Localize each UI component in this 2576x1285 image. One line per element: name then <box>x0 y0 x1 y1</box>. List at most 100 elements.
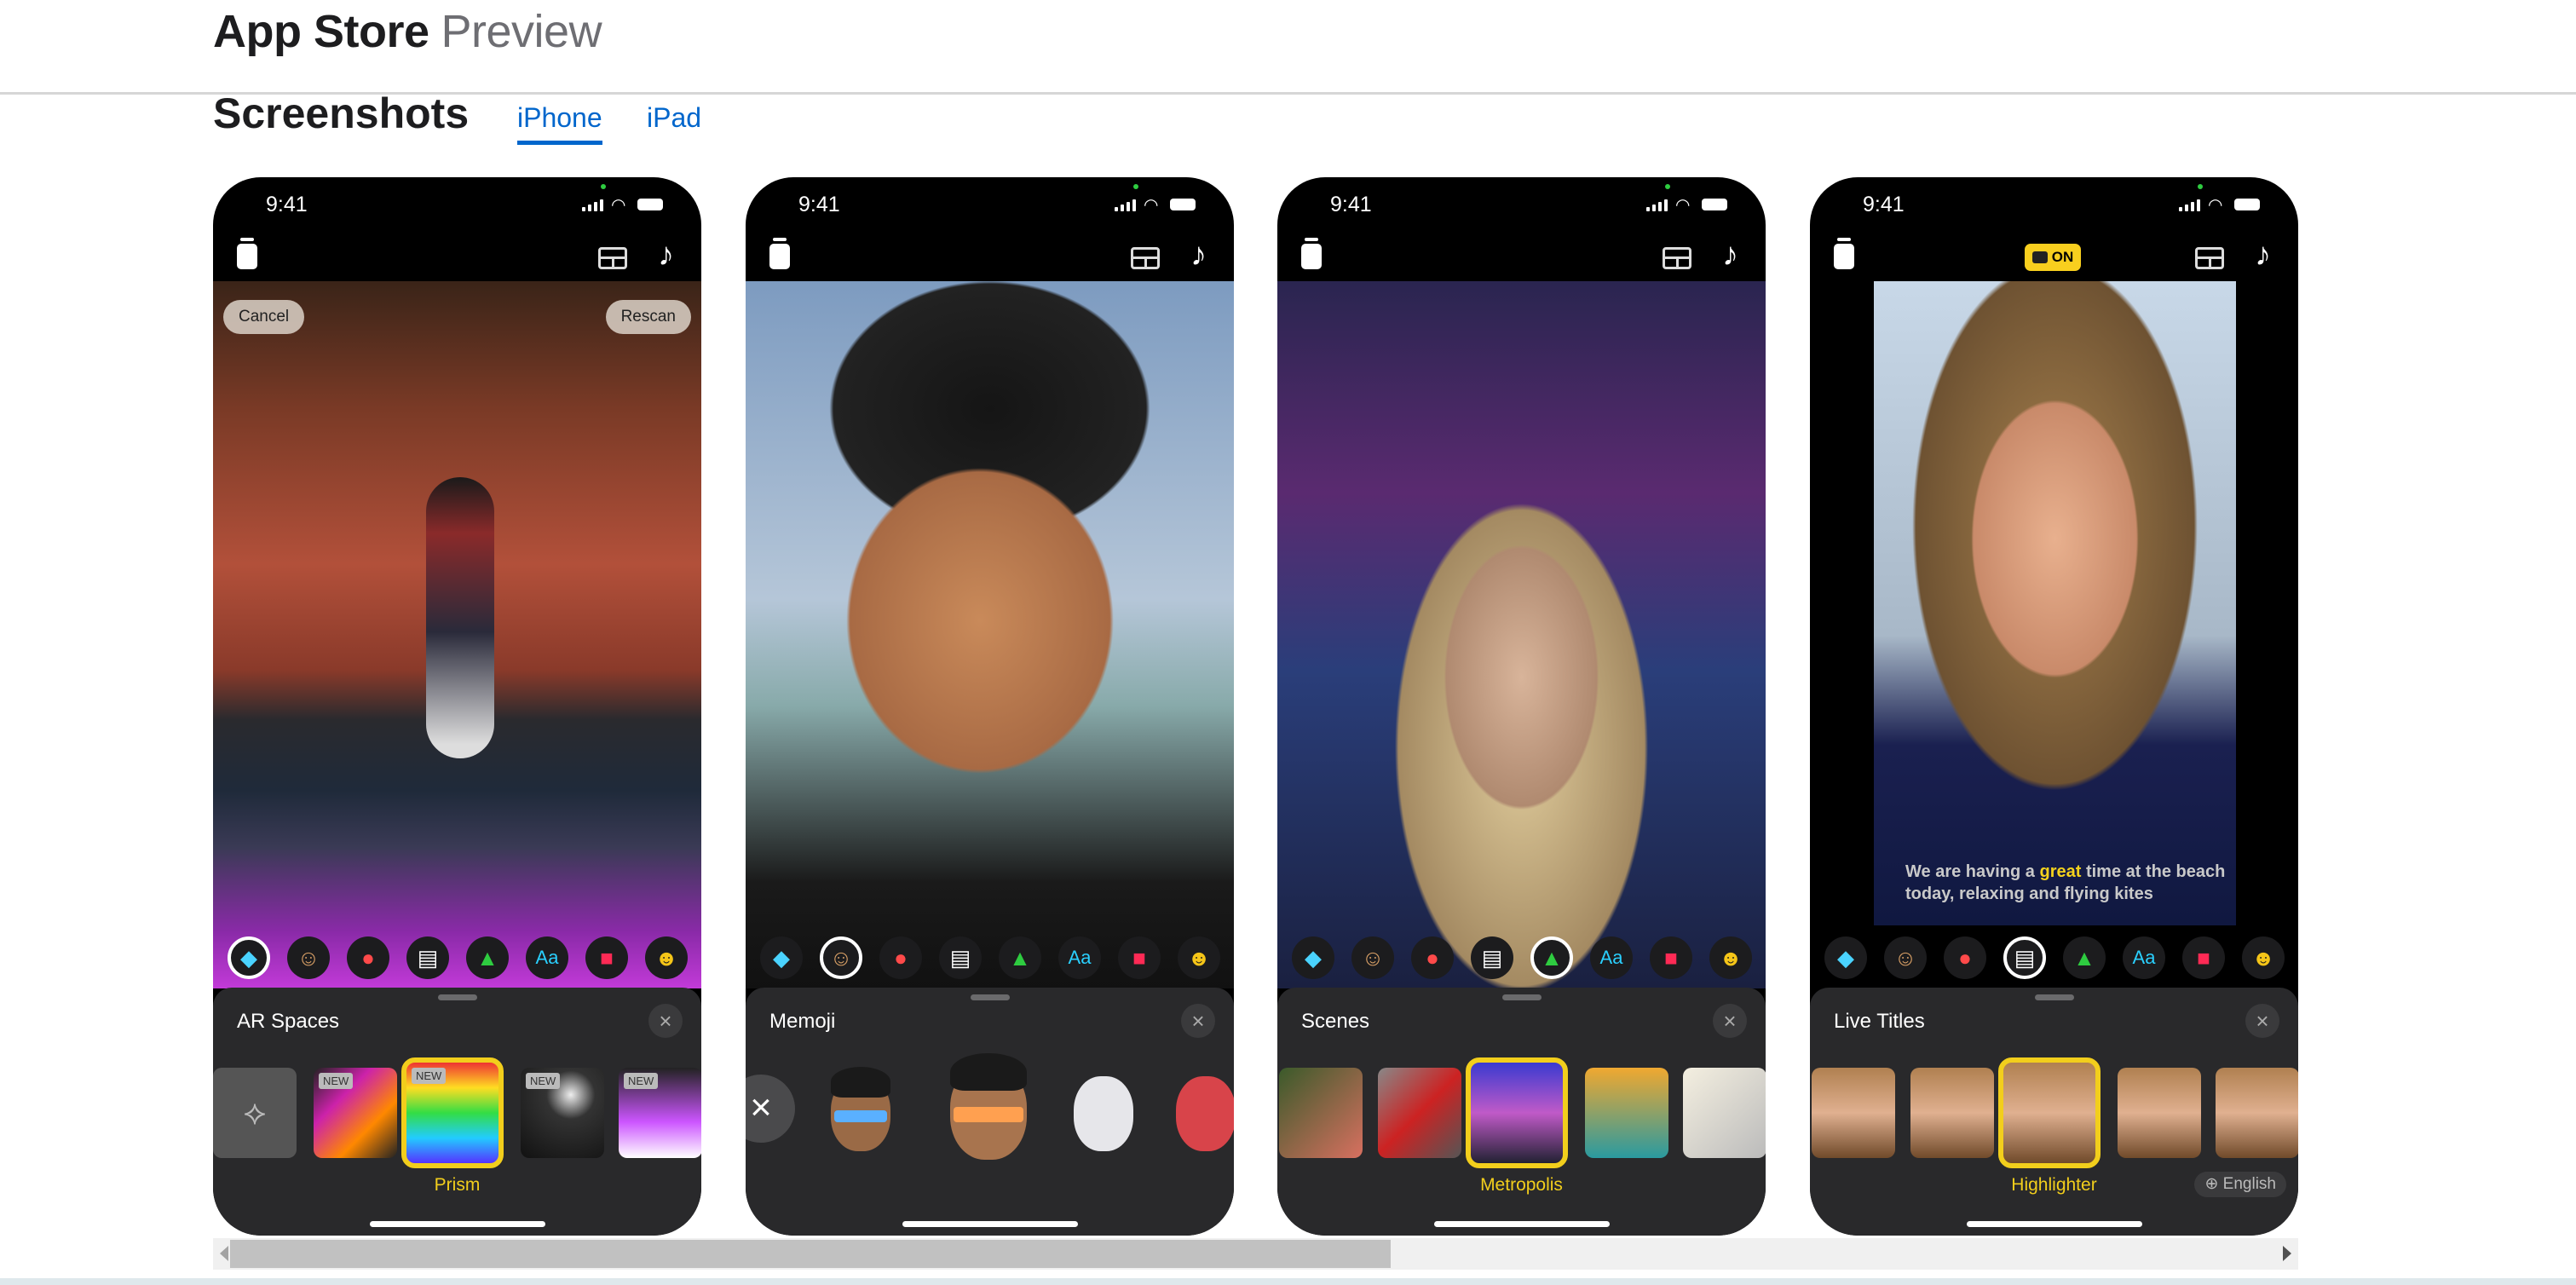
camera-indicator-icon <box>1665 184 1670 189</box>
effect-thumbnail[interactable]: NEW <box>619 1068 701 1158</box>
text-icon[interactable]: Aa <box>1058 936 1101 979</box>
projects-icon[interactable] <box>1301 238 1322 269</box>
effect-thumbnail[interactable]: NEW <box>314 1068 397 1158</box>
phone-screenshot[interactable]: 9:41 ◠ ♪ Cancel Rescan ◆ ☺ ● ▤ ▲ Aa ■ ☻ AR Spaces × ⟡ NE… <box>213 177 701 1236</box>
effect-thumbnail[interactable] <box>2216 1068 2298 1158</box>
memoji-option-octopus[interactable] <box>1176 1076 1234 1151</box>
caption-text: We are having a <box>1905 862 2040 881</box>
layout-icon[interactable] <box>1131 247 1160 269</box>
close-icon[interactable]: × <box>2245 1004 2279 1038</box>
phone-screenshot[interactable]: 9:41 ◠ ♪ ◆ ☺ ● ▤ ▲ Aa ■ ☻ Scenes × Metropolis <box>1277 177 1766 1236</box>
ar-spaces-icon[interactable]: ◆ <box>228 936 270 979</box>
rescan-button[interactable]: Rescan <box>605 300 691 334</box>
sunglasses <box>954 1107 1023 1123</box>
tool-picker: ◆ ☺ ● ▤ ▲ Aa ■ ☻ <box>213 936 701 979</box>
effect-thumbnail[interactable] <box>1683 1068 1766 1158</box>
scroll-left-arrow-icon[interactable] <box>220 1246 228 1261</box>
language-button[interactable]: ⊕ English <box>2194 1172 2286 1197</box>
projects-icon[interactable] <box>769 238 790 269</box>
emoji-icon[interactable]: ☻ <box>1709 936 1752 979</box>
effect-thumbnail[interactable]: NEW <box>401 1057 504 1168</box>
cancel-button[interactable]: Cancel <box>223 300 305 334</box>
filters-icon[interactable]: ● <box>1944 936 1986 979</box>
memoji-option-memoji-orange[interactable] <box>950 1052 1027 1160</box>
live-titles-on-badge[interactable]: ON <box>2025 244 2081 271</box>
scenes-icon[interactable]: ▲ <box>1530 936 1573 979</box>
memoji-option-mouse[interactable] <box>1074 1076 1134 1151</box>
effect-thumbnail[interactable] <box>1378 1068 1461 1158</box>
effect-thumbnail[interactable] <box>2118 1068 2201 1158</box>
effect-thumbnails <box>1277 1057 1766 1168</box>
memoji-option-memoji-blue[interactable] <box>831 1067 891 1151</box>
effect-thumbnail[interactable] <box>1585 1068 1668 1158</box>
hair <box>950 1052 1027 1092</box>
memoji-icon[interactable]: ☺ <box>287 936 330 979</box>
layout-icon[interactable] <box>1663 247 1691 269</box>
scenes-icon[interactable]: ▲ <box>2063 936 2106 979</box>
filters-icon[interactable]: ● <box>879 936 922 979</box>
sheet-grabber[interactable] <box>971 994 1010 1000</box>
ar-spaces-icon[interactable]: ◆ <box>760 936 803 979</box>
page-bottom-strip <box>0 1278 2576 1285</box>
tab-ipad[interactable]: iPad <box>647 102 701 134</box>
scrollbar-thumb[interactable] <box>230 1240 1391 1268</box>
projects-icon[interactable] <box>237 238 257 269</box>
close-icon[interactable]: × <box>1181 1004 1215 1038</box>
live-titles-icon[interactable]: ▤ <box>939 936 982 979</box>
text-icon[interactable]: Aa <box>1590 936 1633 979</box>
live-titles-icon[interactable]: ▤ <box>2003 936 2046 979</box>
music-note-icon[interactable]: ♪ <box>658 237 674 274</box>
stickers-icon[interactable]: ■ <box>1650 936 1692 979</box>
emoji-icon[interactable]: ☻ <box>1178 936 1220 979</box>
effect-thumbnail[interactable] <box>1466 1057 1568 1168</box>
filters-icon[interactable]: ● <box>347 936 389 979</box>
emoji-icon[interactable]: ☻ <box>2242 936 2285 979</box>
effect-thumbnail[interactable] <box>1998 1057 2101 1168</box>
effect-thumbnail[interactable] <box>1279 1068 1363 1158</box>
filters-icon[interactable]: ● <box>1411 936 1454 979</box>
no-memoji-icon[interactable]: × <box>746 1075 795 1143</box>
live-titles-icon[interactable]: ▤ <box>406 936 449 979</box>
emoji-icon[interactable]: ☻ <box>645 936 688 979</box>
sheet-grabber[interactable] <box>1502 994 1542 1000</box>
text-icon[interactable]: Aa <box>2123 936 2165 979</box>
memoji-icon[interactable]: ☺ <box>1884 936 1927 979</box>
effect-thumbnail[interactable]: NEW <box>521 1068 604 1158</box>
tool-picker: ◆ ☺ ● ▤ ▲ Aa ■ ☻ <box>746 936 1234 979</box>
header-title: App Store <box>213 6 429 57</box>
scroll-right-arrow-icon[interactable] <box>2283 1246 2291 1261</box>
stickers-icon[interactable]: ■ <box>585 936 628 979</box>
music-note-icon[interactable]: ♪ <box>1190 237 1207 274</box>
tool-picker: ◆ ☺ ● ▤ ▲ Aa ■ ☻ <box>1810 936 2298 979</box>
home-indicator <box>370 1221 545 1227</box>
stickers-icon[interactable]: ■ <box>1118 936 1161 979</box>
music-note-icon[interactable]: ♪ <box>1722 237 1738 274</box>
tab-iphone[interactable]: iPhone <box>517 102 602 145</box>
new-badge: NEW <box>624 1073 659 1089</box>
sheet-grabber[interactable] <box>438 994 477 1000</box>
phone-screenshot[interactable]: 9:41 ◠ ♪ ON We are having a great time at th… <box>1810 177 2298 1236</box>
sheet-grabber[interactable] <box>2035 994 2074 1000</box>
phone-screenshot[interactable]: 9:41 ◠ ♪ ◆ ☺ ● ▤ ▲ Aa ■ ☻ Memoji × × <box>746 177 1234 1236</box>
gallery-scrollbar[interactable] <box>213 1238 2298 1270</box>
layout-icon[interactable] <box>2195 247 2224 269</box>
effect-thumbnail[interactable] <box>1910 1068 1994 1158</box>
memoji-icon[interactable]: ☺ <box>1351 936 1394 979</box>
projects-icon[interactable] <box>1834 238 1854 269</box>
scenes-icon[interactable]: ▲ <box>999 936 1041 979</box>
effect-thumbnail[interactable] <box>1812 1068 1895 1158</box>
live-titles-icon[interactable]: ▤ <box>1471 936 1513 979</box>
scenes-icon[interactable]: ▲ <box>466 936 509 979</box>
close-icon[interactable]: × <box>648 1004 683 1038</box>
live-title-caption: We are having a great time at the beach … <box>1905 861 2246 905</box>
close-icon[interactable]: × <box>1713 1004 1747 1038</box>
stickers-icon[interactable]: ■ <box>2182 936 2225 979</box>
music-note-icon[interactable]: ♪ <box>2255 237 2271 274</box>
ar-spaces-icon[interactable]: ◆ <box>1292 936 1334 979</box>
ar-spaces-icon[interactable]: ◆ <box>1824 936 1867 979</box>
scan-space-button[interactable]: ⟡ <box>213 1068 297 1158</box>
layout-icon[interactable] <box>598 247 627 269</box>
text-icon[interactable]: Aa <box>526 936 568 979</box>
status-time: 9:41 <box>266 193 308 216</box>
memoji-icon[interactable]: ☺ <box>820 936 862 979</box>
